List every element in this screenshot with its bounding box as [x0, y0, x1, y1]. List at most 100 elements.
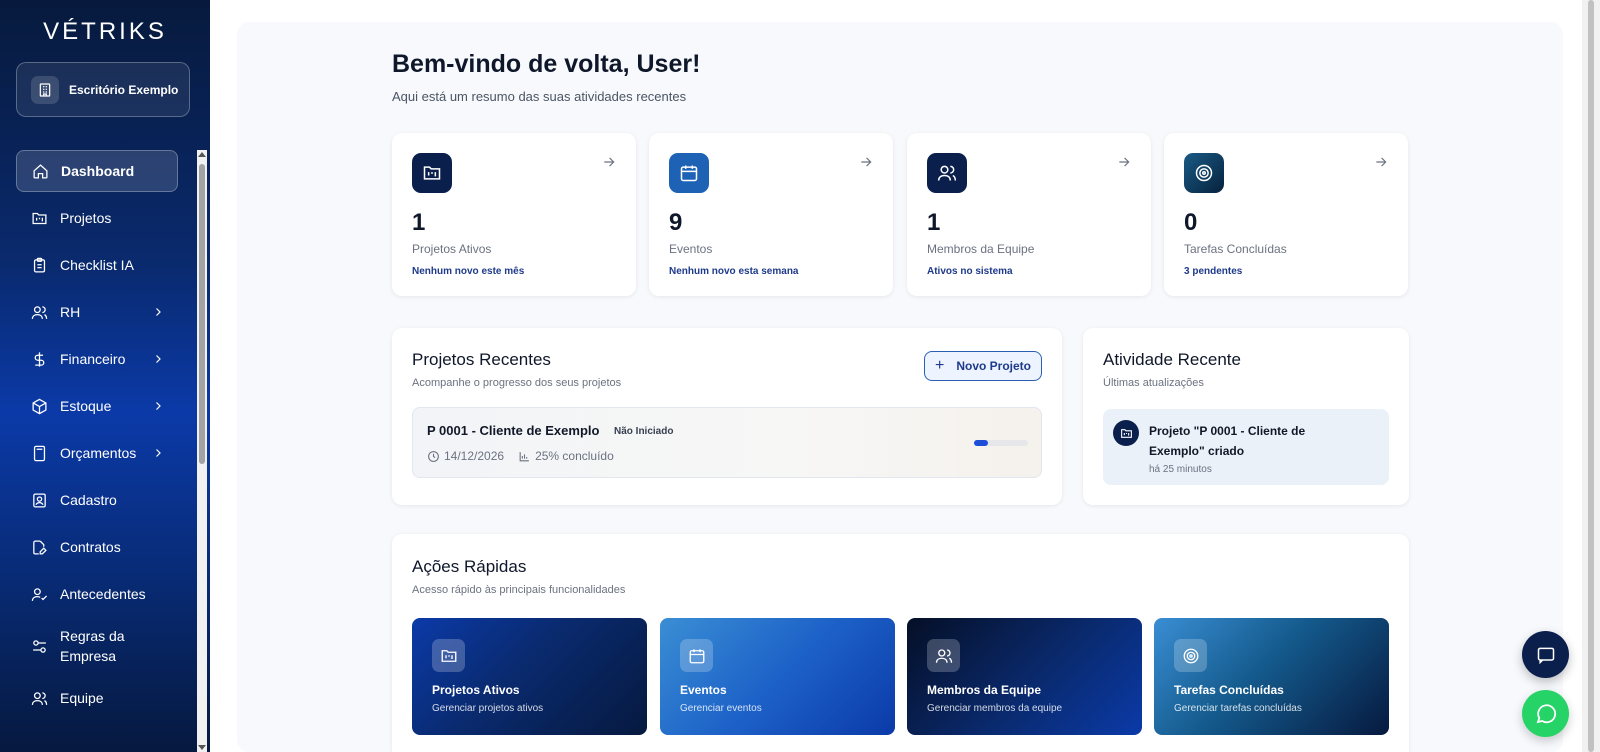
- sidebar-item-projetos[interactable]: Projetos: [16, 197, 178, 239]
- folder-kanban-icon: [432, 639, 465, 672]
- bar-chart-icon: [519, 451, 529, 461]
- app-logo[interactable]: VÉTRIKS: [0, 18, 210, 46]
- whatsapp-icon: [1536, 703, 1556, 723]
- new-project-button[interactable]: + Novo Projeto: [924, 351, 1042, 381]
- arrow-right-icon[interactable]: [602, 155, 616, 169]
- sidebar-scrollbar[interactable]: [197, 150, 207, 752]
- sidebar-item-dashboard[interactable]: Dashboard: [16, 150, 178, 192]
- quick-actions-card: Ações Rápidas Acesso rápido às principai…: [392, 534, 1409, 752]
- stat-value: 1: [412, 209, 426, 236]
- recent-activity-card: Atividade Recente Últimas atualizações P…: [1083, 328, 1409, 505]
- users-icon: [927, 153, 967, 193]
- office-name: Escritório Exemplo: [69, 82, 179, 97]
- users-icon: [30, 303, 48, 321]
- stat-note: Nenhum novo este mês: [412, 266, 525, 277]
- activity-text: Projeto "P 0001 - Cliente de Exemplo" cr…: [1149, 424, 1306, 458]
- sidebar-item-regras-da-empresa[interactable]: Regras da Empresa: [16, 620, 178, 672]
- quick-actions-title: Ações Rápidas: [412, 557, 527, 576]
- stat-card-tarefas-concluidas[interactable]: 0 Tarefas Concluídas 3 pendentes: [1164, 133, 1408, 296]
- plus-icon: +: [934, 357, 945, 374]
- quick-action-subtitle: Gerenciar projetos ativos: [432, 703, 544, 714]
- quick-action-subtitle: Gerenciar eventos: [680, 703, 762, 714]
- stat-note: Nenhum novo esta semana: [669, 266, 799, 277]
- folder-kanban-icon: [1113, 420, 1139, 446]
- recent-activity-subtitle: Últimas atualizações: [1103, 377, 1204, 389]
- clipboard-icon: [30, 256, 48, 274]
- quick-action-title: Tarefas Concluídas: [1174, 683, 1284, 697]
- sidebar-item-equipe[interactable]: Equipe: [16, 677, 178, 719]
- id-card-icon: [30, 491, 48, 509]
- stat-value: 0: [1184, 209, 1198, 236]
- office-selector[interactable]: Escritório Exemplo: [16, 62, 190, 117]
- sidebar-item-label: Cadastro: [60, 492, 117, 508]
- activity-time: há 25 minutos: [1149, 464, 1212, 475]
- sidebar-item-label: Equipe: [60, 690, 104, 706]
- new-project-label: Novo Projeto: [956, 359, 1031, 373]
- whatsapp-button[interactable]: [1522, 690, 1569, 737]
- chevron-right-icon: [156, 449, 161, 457]
- page-scrollbar[interactable]: [1582, 0, 1600, 752]
- folder-kanban-icon: [30, 209, 48, 227]
- sidebar-item-label: Dashboard: [61, 163, 135, 179]
- target-icon: [1174, 639, 1207, 672]
- sidebar-item-label: Financeiro: [60, 351, 126, 367]
- page-subtitle: Aqui está um resumo das suas atividades …: [392, 89, 687, 104]
- sidebar-scroll-thumb[interactable]: [199, 164, 205, 464]
- quick-action-projetos-ativos[interactable]: Projetos Ativos Gerenciar projetos ativo…: [412, 618, 647, 735]
- activity-item[interactable]: Projeto "P 0001 - Cliente de Exemplo" cr…: [1103, 409, 1389, 485]
- sidebar-item-estoque[interactable]: Estoque: [16, 385, 178, 427]
- sidebar-item-label: RH: [60, 304, 81, 320]
- sidebar-item-checklist-ia[interactable]: Checklist IA: [16, 244, 178, 286]
- stat-card-membros-da-equipe[interactable]: 1 Membros da Equipe Ativos no sistema: [907, 133, 1151, 296]
- quick-action-membros-da-equipe[interactable]: Membros da Equipe Gerenciar membros da e…: [907, 618, 1142, 735]
- stat-note: 3 pendentes: [1184, 266, 1243, 277]
- team-icon: [30, 689, 48, 707]
- stat-label: Tarefas Concluídas: [1184, 242, 1287, 256]
- stat-label: Eventos: [669, 242, 713, 256]
- target-icon: [1184, 153, 1224, 193]
- sidebar-item-antecedentes[interactable]: Antecedentes: [16, 573, 178, 615]
- sidebar-item-financeiro[interactable]: Financeiro: [16, 338, 178, 380]
- quick-action-title: Eventos: [680, 683, 727, 697]
- file-edit-icon: [30, 538, 48, 556]
- chevron-right-icon: [156, 308, 161, 316]
- stat-card-eventos[interactable]: 9 Eventos Nenhum novo esta semana: [649, 133, 893, 296]
- clock-icon: [428, 450, 439, 462]
- quick-action-subtitle: Gerenciar tarefas concluídas: [1174, 703, 1302, 714]
- box-icon: [30, 397, 48, 415]
- arrow-right-icon[interactable]: [1374, 155, 1388, 169]
- arrow-right-icon[interactable]: [1117, 155, 1131, 169]
- sidebar-item-cadastro[interactable]: Cadastro: [16, 479, 178, 521]
- scroll-up-arrow[interactable]: [198, 152, 206, 157]
- sidebar-item-contratos[interactable]: Contratos: [16, 526, 178, 568]
- quick-action-subtitle: Gerenciar membros da equipe: [927, 703, 1063, 714]
- sidebar-item-label: Contratos: [60, 539, 121, 555]
- page-title: Bem-vindo de volta, User!: [392, 50, 701, 78]
- project-date: 14/12/2026: [444, 449, 505, 463]
- sidebar-item-orcamentos[interactable]: Orçamentos: [16, 432, 178, 474]
- quick-actions-subtitle: Acesso rápido às principais funcionalida…: [412, 584, 626, 596]
- scroll-down-arrow[interactable]: [198, 745, 206, 750]
- progress-fill: [974, 440, 988, 446]
- status-badge: Não Iniciado: [614, 426, 674, 437]
- stat-value: 1: [927, 209, 941, 236]
- chat-button[interactable]: [1522, 631, 1569, 678]
- sidebar-item-label: Estoque: [60, 398, 112, 414]
- arrow-right-icon[interactable]: [859, 155, 873, 169]
- calculator-icon: [30, 444, 48, 462]
- calendar-icon: [680, 639, 713, 672]
- sidebar-item-label: Regras da Empresa: [60, 628, 125, 664]
- users-icon: [927, 639, 960, 672]
- quick-action-title: Projetos Ativos: [432, 683, 520, 697]
- user-check-icon: [30, 585, 48, 603]
- page-scroll-thumb[interactable]: [1588, 0, 1594, 752]
- recent-projects-card: Projetos Recentes Acompanhe o progresso …: [392, 328, 1062, 505]
- sidebar-item-rh[interactable]: RH: [16, 291, 178, 333]
- stat-card-projetos-ativos[interactable]: 1 Projetos Ativos Nenhum novo este mês: [392, 133, 636, 296]
- project-row[interactable]: P 0001 - Cliente de Exemplo Não Iniciado…: [412, 407, 1042, 478]
- sidebar-item-label: Checklist IA: [60, 257, 134, 273]
- folder-kanban-icon: [412, 153, 452, 193]
- quick-action-tarefas-concluidas[interactable]: Tarefas Concluídas Gerenciar tarefas con…: [1154, 618, 1389, 735]
- project-name: P 0001 - Cliente de Exemplo: [427, 423, 600, 438]
- quick-action-eventos[interactable]: Eventos Gerenciar eventos: [660, 618, 895, 735]
